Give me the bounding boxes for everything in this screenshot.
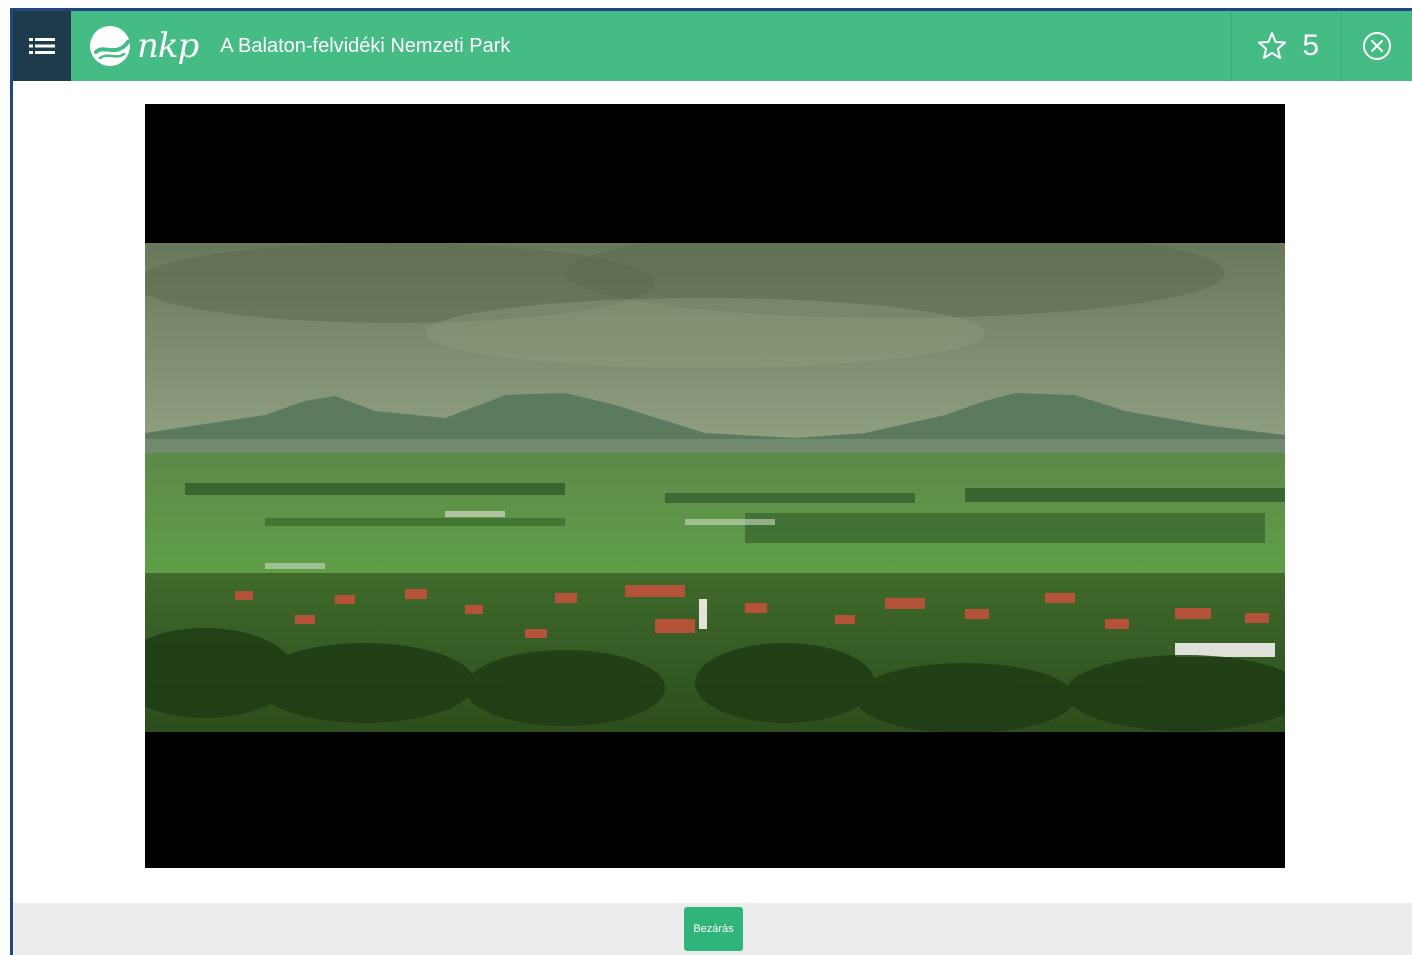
logo-text: nkp: [137, 26, 199, 66]
landscape-video-frame: [145, 243, 1285, 732]
score-value: 5: [1302, 29, 1319, 62]
video-player[interactable]: [145, 104, 1285, 868]
score-display: 5: [1231, 11, 1341, 81]
close-button[interactable]: [1341, 11, 1412, 81]
header-spacer: [510, 11, 1231, 81]
star-outline-icon: [1258, 32, 1287, 59]
circle-close-icon: [1363, 32, 1391, 60]
menu-button[interactable]: [13, 11, 71, 81]
close-dialog-button[interactable]: Bezárás: [684, 907, 743, 951]
nkp-logo-icon: [90, 26, 130, 66]
footer-bar: Bezárás: [13, 903, 1412, 955]
top-bar: nkp A Balaton-felvidéki Nemzeti Park 5: [13, 11, 1412, 81]
list-icon: [29, 38, 55, 54]
page-title: A Balaton-felvidéki Nemzeti Park: [220, 34, 511, 57]
brand-logo[interactable]: nkp: [88, 11, 199, 81]
